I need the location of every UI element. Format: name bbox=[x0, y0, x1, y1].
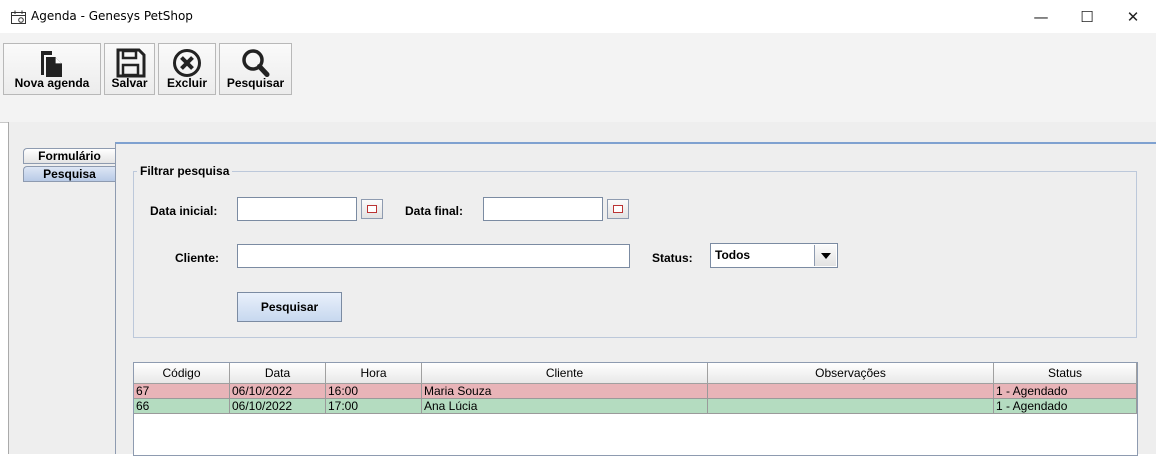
tab-pesquisa[interactable]: Pesquisa bbox=[23, 166, 115, 182]
table-header: Código Data Hora Cliente Observações Sta… bbox=[134, 363, 1137, 384]
pesquisar-button[interactable]: Pesquisar bbox=[237, 292, 342, 322]
new-document-icon bbox=[41, 51, 62, 77]
nova-agenda-label: Nova agenda bbox=[14, 76, 90, 90]
window-title: Agenda - Genesys PetShop bbox=[31, 9, 193, 23]
cell-status: 1 - Agendado bbox=[994, 399, 1137, 414]
pesquisar-toolbar-label: Pesquisar bbox=[226, 76, 285, 90]
column-header-status[interactable]: Status bbox=[994, 363, 1137, 383]
search-icon bbox=[241, 49, 269, 77]
calendar-app-icon bbox=[11, 10, 26, 24]
cell-data: 06/10/2022 bbox=[230, 399, 326, 414]
calendar-icon bbox=[613, 205, 623, 213]
data-final-input[interactable] bbox=[483, 197, 603, 221]
delete-circle-x-icon bbox=[173, 49, 201, 77]
excluir-label: Excluir bbox=[166, 76, 208, 90]
cell-observacoes bbox=[708, 384, 994, 399]
data-inicial-input[interactable] bbox=[237, 197, 357, 221]
data-final-label: Data final: bbox=[405, 204, 464, 218]
data-final-calendar-button[interactable] bbox=[607, 199, 629, 219]
status-selected-value: Todos bbox=[715, 248, 751, 262]
close-button[interactable]: ✕ bbox=[1110, 0, 1156, 33]
status-select[interactable]: Todos bbox=[710, 243, 838, 268]
excluir-button[interactable]: Excluir bbox=[158, 43, 216, 95]
results-table[interactable]: Código Data Hora Cliente Observações Sta… bbox=[133, 362, 1138, 456]
cell-status: 1 - Agendado bbox=[994, 384, 1137, 399]
column-header-data[interactable]: Data bbox=[230, 363, 326, 383]
cell-data: 06/10/2022 bbox=[230, 384, 326, 399]
calendar-icon bbox=[367, 205, 377, 213]
minimize-button[interactable]: — bbox=[1018, 0, 1064, 33]
cell-cliente: Maria Souza bbox=[422, 384, 708, 399]
cliente-input[interactable] bbox=[237, 244, 630, 268]
cliente-label: Cliente: bbox=[175, 251, 220, 265]
save-icon bbox=[116, 48, 145, 78]
pesquisar-toolbar-button[interactable]: Pesquisar bbox=[219, 43, 292, 95]
data-inicial-label: Data inicial: bbox=[150, 204, 218, 218]
filter-legend: Filtrar pesquisa bbox=[137, 164, 233, 178]
tab-formulario[interactable]: Formulário bbox=[23, 148, 115, 164]
toolbar: Nova agenda Salvar Excluir Pesquisar bbox=[0, 33, 1156, 123]
status-label: Status: bbox=[652, 251, 693, 265]
table-row[interactable]: 67 06/10/2022 16:00 Maria Souza 1 - Agen… bbox=[134, 384, 1137, 399]
cell-cliente: Ana Lúcia bbox=[422, 399, 708, 414]
column-header-cliente[interactable]: Cliente bbox=[422, 363, 708, 383]
cell-hora: 16:00 bbox=[326, 384, 422, 399]
nova-agenda-button[interactable]: Nova agenda bbox=[3, 43, 101, 95]
table-row[interactable]: 66 06/10/2022 17:00 Ana Lúcia 1 - Agenda… bbox=[134, 399, 1137, 414]
cell-hora: 17:00 bbox=[326, 399, 422, 414]
column-header-observacoes[interactable]: Observações bbox=[708, 363, 994, 383]
cell-codigo: 67 bbox=[134, 384, 230, 399]
chevron-down-icon[interactable] bbox=[814, 245, 836, 266]
cell-observacoes bbox=[708, 399, 994, 414]
title-bar: Agenda - Genesys PetShop — ☐ ✕ bbox=[0, 0, 1156, 33]
salvar-button[interactable]: Salvar bbox=[104, 43, 155, 95]
salvar-label: Salvar bbox=[111, 76, 148, 90]
data-inicial-calendar-button[interactable] bbox=[361, 199, 383, 219]
column-header-hora[interactable]: Hora bbox=[326, 363, 422, 383]
column-header-codigo[interactable]: Código bbox=[134, 363, 230, 383]
cell-codigo: 66 bbox=[134, 399, 230, 414]
maximize-button[interactable]: ☐ bbox=[1064, 0, 1110, 33]
